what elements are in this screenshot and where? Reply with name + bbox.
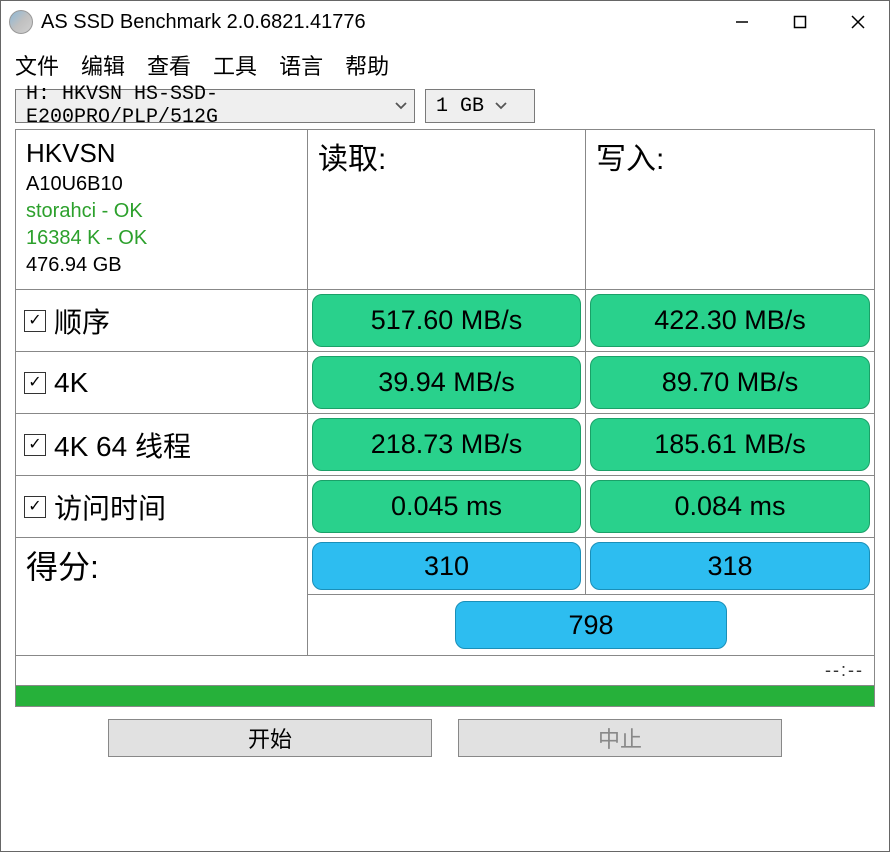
results-panel: HKVSN A10U6B10 storahci - OK 16384 K - O… bbox=[15, 129, 875, 707]
menu-edit[interactable]: 编辑 bbox=[81, 49, 125, 81]
4k64-write-value: 185.61 MB/s bbox=[590, 418, 870, 471]
header-row: HKVSN A10U6B10 storahci - OK 16384 K - O… bbox=[16, 130, 874, 290]
menu-tools[interactable]: 工具 bbox=[213, 49, 257, 81]
buttons-row: 开始 中止 bbox=[1, 707, 889, 767]
access-write-value: 0.084 ms bbox=[590, 480, 870, 533]
maximize-button[interactable] bbox=[771, 4, 829, 40]
progress-bar bbox=[16, 686, 874, 706]
controls-row: H: HKVSN HS-SSD-E200PRO/PLP/512G 1 GB bbox=[1, 89, 889, 129]
seq-write-value: 422.30 MB/s bbox=[590, 294, 870, 347]
minimize-icon bbox=[735, 15, 749, 29]
checkbox-4k[interactable]: ✓ bbox=[24, 372, 46, 394]
row-4k-label-cell: ✓ 4K bbox=[16, 352, 308, 413]
maximize-icon bbox=[793, 15, 807, 29]
chevron-down-icon bbox=[394, 95, 408, 118]
app-icon bbox=[9, 10, 33, 34]
score-label: 得分: bbox=[16, 538, 308, 655]
drive-model: HKVSN bbox=[26, 136, 297, 171]
chevron-down-icon bbox=[494, 95, 508, 118]
titlebar: AS SSD Benchmark 2.0.6821.41776 bbox=[1, 1, 889, 43]
minimize-button[interactable] bbox=[713, 4, 771, 40]
label-access-time: 访问时间 bbox=[54, 487, 166, 527]
menu-help[interactable]: 帮助 bbox=[345, 49, 389, 81]
checkbox-4k-64thrd[interactable]: ✓ bbox=[24, 434, 46, 456]
row-sequential: ✓ 顺序 517.60 MB/s 422.30 MB/s bbox=[16, 290, 874, 352]
row-4k-64thrd-label-cell: ✓ 4K 64 线程 bbox=[16, 414, 308, 475]
close-button[interactable] bbox=[829, 4, 887, 40]
label-sequential: 顺序 bbox=[54, 301, 110, 341]
write-column-header: 写入: bbox=[586, 130, 874, 289]
window-title: AS SSD Benchmark 2.0.6821.41776 bbox=[41, 11, 713, 34]
score-row: 得分: 310 318 798 bbox=[16, 538, 874, 656]
access-read-value: 0.045 ms bbox=[312, 480, 581, 533]
read-column-header: 读取: bbox=[308, 130, 586, 289]
4k-read-value: 39.94 MB/s bbox=[312, 356, 581, 409]
checkbox-access-time[interactable]: ✓ bbox=[24, 496, 46, 518]
score-read: 310 bbox=[312, 542, 581, 590]
stop-button[interactable]: 中止 bbox=[458, 719, 782, 757]
seq-read-value: 517.60 MB/s bbox=[312, 294, 581, 347]
drive-driver-status: storahci - OK bbox=[26, 198, 297, 225]
drive-firmware: A10U6B10 bbox=[26, 171, 297, 198]
drive-capacity: 476.94 GB bbox=[26, 252, 297, 279]
start-button[interactable]: 开始 bbox=[108, 719, 432, 757]
drive-select-value: H: HKVSN HS-SSD-E200PRO/PLP/512G bbox=[26, 83, 384, 129]
drive-alignment-status: 16384 K - OK bbox=[26, 225, 297, 252]
4k-write-value: 89.70 MB/s bbox=[590, 356, 870, 409]
score-write: 318 bbox=[590, 542, 870, 590]
row-sequential-label-cell: ✓ 顺序 bbox=[16, 290, 308, 351]
app-window: AS SSD Benchmark 2.0.6821.41776 文件 编辑 查看… bbox=[0, 0, 890, 852]
menu-language[interactable]: 语言 bbox=[279, 49, 323, 81]
score-total: 798 bbox=[455, 601, 727, 649]
row-access-time-label-cell: ✓ 访问时间 bbox=[16, 476, 308, 537]
close-icon bbox=[850, 14, 866, 30]
label-4k: 4K bbox=[54, 367, 88, 399]
test-size-select[interactable]: 1 GB bbox=[425, 89, 535, 123]
row-access-time: ✓ 访问时间 0.045 ms 0.084 ms bbox=[16, 476, 874, 538]
label-4k-64thrd: 4K 64 线程 bbox=[54, 425, 191, 465]
checkbox-sequential[interactable]: ✓ bbox=[24, 310, 46, 332]
drive-info: HKVSN A10U6B10 storahci - OK 16384 K - O… bbox=[16, 130, 308, 289]
menu-view[interactable]: 查看 bbox=[147, 49, 191, 81]
4k64-read-value: 218.73 MB/s bbox=[312, 418, 581, 471]
progress-time: --:-- bbox=[16, 656, 874, 686]
row-4k-64thrd: ✓ 4K 64 线程 218.73 MB/s 185.61 MB/s bbox=[16, 414, 874, 476]
menu-file[interactable]: 文件 bbox=[15, 49, 59, 81]
row-4k: ✓ 4K 39.94 MB/s 89.70 MB/s bbox=[16, 352, 874, 414]
test-size-value: 1 GB bbox=[436, 95, 484, 118]
drive-select[interactable]: H: HKVSN HS-SSD-E200PRO/PLP/512G bbox=[15, 89, 415, 123]
window-controls bbox=[713, 4, 887, 40]
